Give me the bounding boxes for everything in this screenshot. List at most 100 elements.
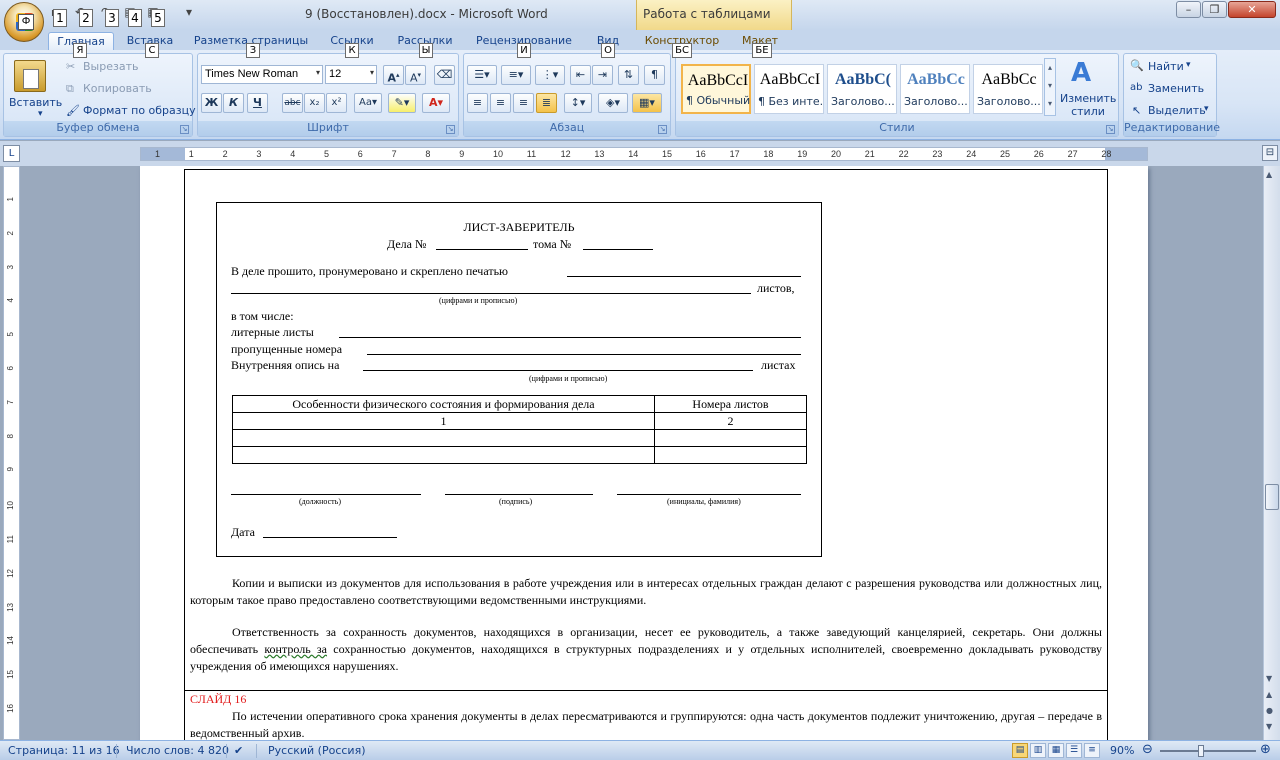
- table-tools-label: Работа с таблицами: [643, 7, 771, 21]
- change-case-button[interactable]: Aa▾: [354, 93, 382, 113]
- vruler-number: 9: [6, 467, 15, 472]
- font-size-combo[interactable]: 12 ▾: [325, 65, 377, 84]
- grow-font-button[interactable]: A▴: [383, 65, 404, 85]
- ruler-number: 24: [966, 149, 977, 159]
- change-styles-button[interactable]: Изменить стили: [1060, 92, 1116, 118]
- vertical-scrollbar[interactable]: ▲ ▼ ▲ ● ▼: [1263, 166, 1280, 740]
- paragraph-responsibility[interactable]: Ответственность за сохранность документо…: [190, 624, 1102, 675]
- cut-button[interactable]: Вырезать: [83, 60, 138, 73]
- paste-button[interactable]: Вставить: [9, 96, 62, 109]
- justify-icon[interactable]: ≣: [536, 93, 557, 113]
- zoom-slider-track[interactable]: [1160, 750, 1256, 752]
- align-right-icon[interactable]: ≡: [513, 93, 534, 113]
- table-cell[interactable]: [654, 446, 807, 464]
- table-cell[interactable]: [232, 429, 655, 447]
- zoom-out-icon[interactable]: ⊖: [1142, 742, 1153, 757]
- restore-button[interactable]: ❐: [1202, 1, 1227, 18]
- increase-indent-icon[interactable]: ⇥: [592, 65, 613, 85]
- font-color-icon[interactable]: A▾: [422, 93, 450, 113]
- web-layout-icon[interactable]: ▦: [1048, 743, 1064, 758]
- line-spacing-icon[interactable]: ↕▾: [564, 93, 592, 113]
- chevron-down-icon[interactable]: ▾: [1204, 104, 1209, 114]
- scroll-up-icon[interactable]: ▲: [1266, 170, 1272, 179]
- cert-date: Дата: [231, 525, 255, 539]
- multilevel-list-icon[interactable]: ⋮▾: [535, 65, 565, 85]
- spellcheck-status-icon[interactable]: ✔: [234, 744, 243, 757]
- style-heading-1[interactable]: AaBbC( Заголово...: [827, 64, 897, 114]
- styles-scroll[interactable]: ▴ ▾ ▾: [1044, 58, 1056, 116]
- paragraph-expiry[interactable]: По истечении оперативного срока хранения…: [190, 708, 1102, 740]
- copy-button[interactable]: Копировать: [83, 82, 152, 95]
- borders-icon[interactable]: ▦▾: [632, 93, 662, 113]
- print-layout-icon[interactable]: ▤: [1012, 743, 1028, 758]
- zoom-slider-thumb[interactable]: [1198, 745, 1204, 757]
- paste-icon[interactable]: [14, 60, 46, 92]
- prev-page-icon[interactable]: ▲: [1266, 690, 1272, 699]
- status-language[interactable]: Русский (Россия): [268, 744, 366, 757]
- style-heading-2[interactable]: AaBbCc Заголово...: [900, 64, 970, 114]
- underline-button[interactable]: Ч: [247, 93, 268, 113]
- scroll-thumb[interactable]: [1265, 484, 1279, 510]
- paragraph-copies[interactable]: Копии и выписки из документов для исполь…: [190, 575, 1102, 609]
- font-name-combo[interactable]: Times New Roman ▾: [201, 65, 323, 84]
- horizontal-ruler[interactable]: 1 1 2 3 4 5 6 7 8 9 10 11 12 13 14 15 16 17 18 19 20 21 22 23 24…: [140, 147, 1148, 161]
- style-normal[interactable]: AaBbCcI ¶ Обычный: [681, 64, 751, 114]
- style-heading-3[interactable]: AaBbCc Заголово...: [973, 64, 1043, 114]
- show-marks-icon[interactable]: ¶: [644, 65, 665, 85]
- font-launcher-icon[interactable]: ↘: [446, 125, 455, 134]
- vruler-number: 4: [6, 298, 15, 303]
- sort-icon[interactable]: ⇅: [618, 65, 639, 85]
- format-painter-button[interactable]: Формат по образцу: [83, 104, 196, 117]
- clipboard-launcher-icon[interactable]: ↘: [180, 125, 189, 134]
- tab-stop-selector[interactable]: L: [3, 145, 20, 162]
- vruler-number: 1: [6, 197, 15, 202]
- page[interactable]: ЛИСТ-ЗАВЕРИТЕЛЬ Дела № тома № В деле про…: [140, 166, 1148, 740]
- vertical-ruler[interactable]: 1 2 3 4 5 6 7 8 9 10 11 12 13 14 15 16: [3, 166, 20, 740]
- ruler-number: 10: [493, 149, 504, 159]
- shrink-font-button[interactable]: A▾: [405, 65, 426, 85]
- styles-launcher-icon[interactable]: ↘: [1106, 125, 1115, 134]
- bold-button[interactable]: Ж: [201, 93, 222, 113]
- scroll-down-icon[interactable]: ▼: [1266, 674, 1272, 683]
- superscript-button[interactable]: x²: [326, 93, 347, 113]
- style-no-spacing[interactable]: AaBbCcI ¶ Без инте...: [754, 64, 824, 114]
- italic-button[interactable]: К: [223, 93, 244, 113]
- view-ruler-icon[interactable]: ⊟: [1262, 145, 1278, 161]
- find-button[interactable]: Найти: [1148, 60, 1184, 73]
- numbering-icon[interactable]: ≡▾: [501, 65, 531, 85]
- zoom-level[interactable]: 90%: [1110, 744, 1134, 757]
- qat-customize-icon[interactable]: ▾: [182, 5, 196, 19]
- zoom-in-icon[interactable]: ⊕: [1260, 742, 1271, 757]
- close-button[interactable]: ✕: [1228, 1, 1276, 18]
- paste-dropdown-icon[interactable]: ▾: [38, 109, 43, 119]
- paragraph-group-label: Абзац: [464, 121, 670, 136]
- select-button[interactable]: Выделить: [1148, 104, 1206, 117]
- status-page[interactable]: Страница: 11 из 16: [8, 744, 120, 757]
- clear-format-icon[interactable]: ⌫: [434, 65, 455, 85]
- paragraph-launcher-icon[interactable]: ↘: [658, 125, 667, 134]
- align-left-icon[interactable]: ≡: [467, 93, 488, 113]
- next-page-icon[interactable]: ▼: [1266, 722, 1272, 731]
- table-cell[interactable]: [232, 446, 655, 464]
- highlight-icon[interactable]: ✎▾: [388, 93, 416, 113]
- chevron-down-icon[interactable]: ▾: [1186, 60, 1191, 70]
- full-screen-reading-icon[interactable]: ▥: [1030, 743, 1046, 758]
- decrease-indent-icon[interactable]: ⇤: [570, 65, 591, 85]
- status-words[interactable]: Число слов: 4 820: [126, 744, 229, 757]
- minimize-button[interactable]: –: [1176, 1, 1201, 18]
- keytip-layout: БЕ: [752, 43, 772, 58]
- strikethrough-button[interactable]: abc: [282, 93, 303, 113]
- bullets-icon[interactable]: ☰▾: [467, 65, 497, 85]
- shading-icon[interactable]: ◈▾: [598, 93, 628, 113]
- select-icon: ↖: [1132, 104, 1142, 117]
- subscript-button[interactable]: x₂: [304, 93, 325, 113]
- table-cell[interactable]: [654, 429, 807, 447]
- cert-including: в том числе:: [231, 309, 294, 323]
- spellcheck-word[interactable]: контроль за: [264, 642, 327, 656]
- align-center-icon[interactable]: ≡: [490, 93, 511, 113]
- browse-object-icon[interactable]: ●: [1266, 706, 1273, 715]
- outline-icon[interactable]: ☰: [1066, 743, 1082, 758]
- draft-icon[interactable]: ≡: [1084, 743, 1100, 758]
- office-button[interactable]: Ф: [4, 2, 44, 42]
- replace-button[interactable]: Заменить: [1148, 82, 1204, 95]
